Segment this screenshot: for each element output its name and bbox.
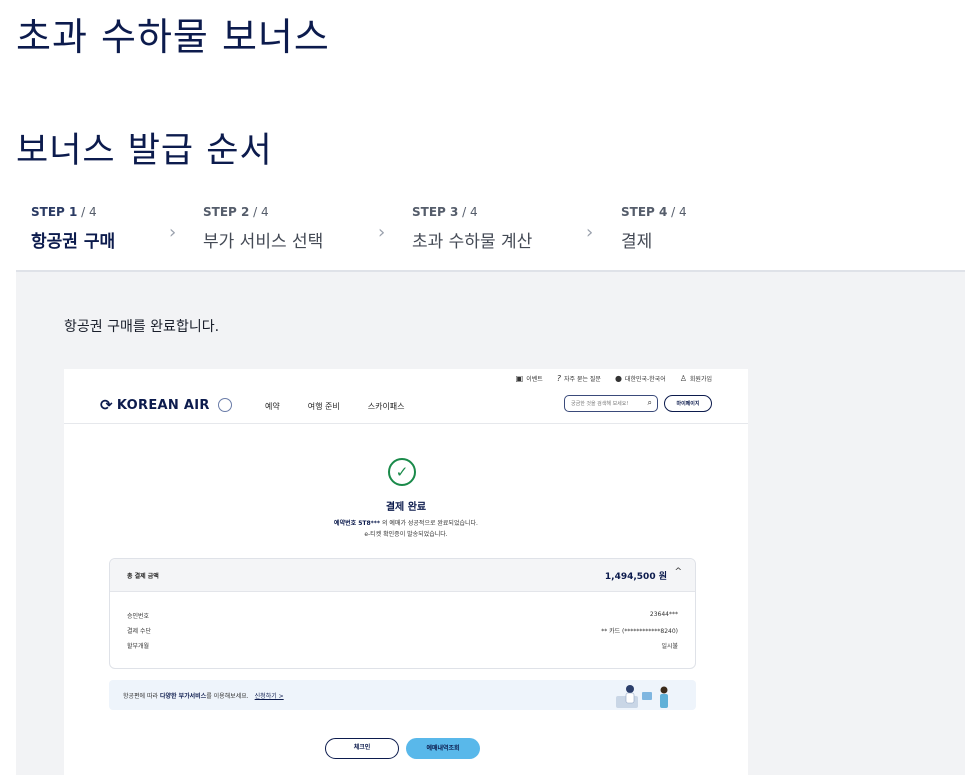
user-plus-icon: ♙ — [679, 374, 687, 383]
booking-confirmation-text: 예약번호 5T8*** 의 예매가 성공적으로 완료되었습니다. — [334, 520, 478, 527]
banner-apply-link: 신청하기 > — [254, 693, 284, 700]
step-content-panel: 항공권 구매를 완료합니다. ▣ 이벤트 ? 자주 묻는 질문 ● 대한민국-한국어 … — [16, 272, 965, 775]
step-2-tab[interactable]: STEP 2 / 4 부가 서비스 선택 — [188, 198, 378, 272]
header-divider — [64, 423, 748, 424]
util-event: ▣ 이벤트 — [515, 374, 543, 383]
step-3-total: / 4 — [458, 205, 478, 219]
chevron-up-icon: ^ — [674, 567, 682, 577]
service-illustration — [616, 685, 668, 708]
payment-complete-screenshot: ▣ 이벤트 ? 자주 묻는 질문 ● 대한민국-한국어 ♙ 회원가입 ⟳ KOREAN … — [64, 369, 748, 775]
page-title: 초과 수하물 보너스 — [16, 15, 330, 59]
step-4-tab[interactable]: STEP 4 / 4 결제 — [606, 198, 756, 272]
search-placeholder: 궁금한 것을 검색해 보세요! — [571, 401, 629, 407]
installment-value: 일시불 — [661, 643, 678, 650]
addon-service-banner: 항공편에 따라 다양한 부가서비스를 이용해보세요. 신청하기 > — [109, 680, 696, 710]
search-box: 궁금한 것을 검색해 보세요! ⌕ — [564, 395, 658, 412]
question-icon: ? — [556, 374, 561, 383]
installment-label: 할부개월 — [127, 643, 150, 650]
step-3-tab[interactable]: STEP 3 / 4 초과 수하물 계산 — [397, 198, 587, 272]
logo-text: KOREAN AIR — [116, 397, 210, 413]
mypage-button: 마이페이지 — [664, 395, 712, 412]
approval-number-value: 23644*** — [649, 611, 678, 618]
total-amount-label: 총 결제 금액 — [127, 573, 159, 580]
util-signup: ♙ 회원가입 — [679, 374, 712, 383]
nav-reservation: 예약 — [265, 402, 280, 411]
step-4-number: STEP 4 — [621, 205, 668, 219]
flag-icon: ● — [614, 374, 622, 383]
korean-air-mark-icon: ⟳ — [100, 396, 113, 414]
util-faq: ? 자주 묻는 질문 — [556, 374, 601, 383]
payment-summary-box: 총 결제 금액 1,494,500 원 ^ 승인번호 23644*** 결제 수… — [109, 558, 696, 669]
nav-travel-prep: 여행 준비 — [307, 402, 340, 411]
step-1-number: STEP 1 — [31, 205, 78, 219]
step-tabs: STEP 1 / 4 항공권 구매 › STEP 2 / 4 부가 서비스 선택… — [16, 198, 965, 274]
step-1-tab[interactable]: STEP 1 / 4 항공권 구매 — [16, 198, 159, 274]
step-3-number: STEP 3 — [412, 205, 459, 219]
section-title: 보너스 발급 순서 — [16, 131, 273, 171]
step-1-label: 항공권 구매 — [31, 232, 116, 252]
util-language: ● 대한민국-한국어 — [614, 374, 666, 383]
step-4-label: 결제 — [621, 232, 653, 252]
payment-complete-title: 결제 완료 — [385, 502, 427, 513]
korean-air-logo: ⟳ KOREAN AIR — [100, 396, 232, 414]
search-icon: ⌕ — [647, 398, 652, 407]
payment-method-value: ** 카드 (************8240) — [601, 628, 678, 635]
step-2-total: / 4 — [249, 205, 269, 219]
total-amount-value: 1,494,500 원 — [604, 572, 667, 582]
step-4-total: / 4 — [667, 205, 687, 219]
step-1-total: / 4 — [77, 205, 97, 219]
chevron-right-icon: › — [586, 222, 594, 243]
utility-menu: ▣ 이벤트 ? 자주 묻는 질문 ● 대한민국-한국어 ♙ 회원가입 — [516, 374, 712, 383]
checkin-button: 체크인 — [325, 738, 399, 759]
step-2-label: 부가 서비스 선택 — [203, 232, 324, 252]
step-3-label: 초과 수하물 계산 — [412, 232, 533, 252]
booking-number: 예약번호 5T8*** — [334, 520, 381, 527]
main-nav: 예약 여행 준비 스카이패스 — [265, 401, 405, 412]
calendar-icon: ▣ — [515, 374, 524, 383]
check-circle-icon: ✓ — [388, 458, 416, 486]
nav-skypass: 스카이패스 — [367, 402, 405, 411]
banner-text: 항공편에 따라 다양한 부가서비스를 이용해보세요. 신청하기 > — [123, 693, 284, 700]
step-description: 항공권 구매를 완료합니다. — [64, 319, 220, 335]
eticket-sent-text: e-티켓 확인증이 발송되었습니다. — [364, 531, 448, 538]
step-2-number: STEP 2 — [203, 205, 250, 219]
payment-method-label: 결제 수단 — [127, 628, 151, 635]
approval-number-label: 승인번호 — [127, 613, 150, 620]
chevron-right-icon: › — [378, 222, 386, 243]
chevron-right-icon: › — [169, 222, 177, 243]
reservation-lookup-button: 예매내역조회 — [406, 738, 480, 759]
payment-summary-header: 총 결제 금액 1,494,500 원 ^ — [110, 559, 695, 592]
skyteam-emblem-icon — [217, 398, 232, 412]
